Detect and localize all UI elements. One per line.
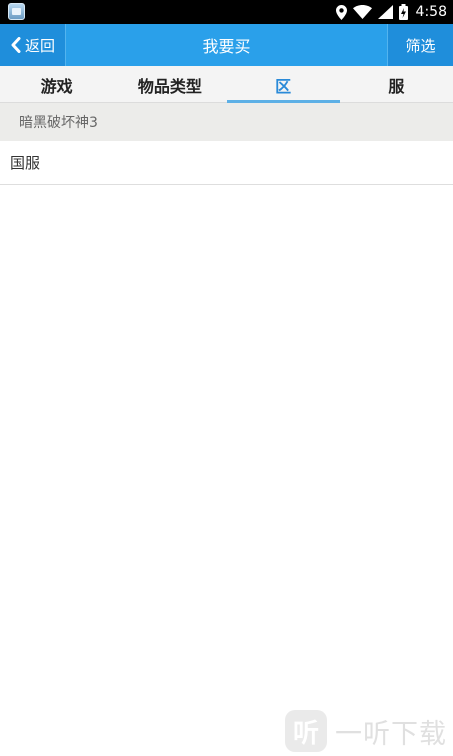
battery-icon [398,4,408,20]
wifi-icon [352,5,372,19]
location-icon [335,4,347,20]
tab-game[interactable]: 游戏 [0,66,113,103]
watermark: 听 一听下载 [285,708,447,754]
filter-button[interactable]: 筛选 [387,24,453,66]
title-bar: 返回 我要买 筛选 [0,24,453,66]
status-bar: 4:58 [0,0,453,24]
section-header: 暗黑破坏神3 [0,103,453,141]
back-label: 返回 [24,36,55,55]
list-item[interactable]: 国服 [0,141,453,185]
tab-region[interactable]: 区 [226,66,341,104]
page-title: 我要买 [202,37,251,56]
watermark-text: 一听下载 [335,718,447,750]
tab-item-type[interactable]: 物品类型 [113,66,226,103]
tab-bar: 游戏 物品类型 区 服 [0,66,453,104]
back-button[interactable]: 返回 [0,24,66,66]
watermark-logo-icon: 听 [285,710,327,752]
signal-icon [377,5,393,19]
chevron-left-icon [11,37,21,53]
tab-server[interactable]: 服 [340,66,453,103]
status-icons: 4:58 [335,0,447,24]
app-notification-icon [8,3,25,20]
clock: 4:58 [415,4,447,20]
